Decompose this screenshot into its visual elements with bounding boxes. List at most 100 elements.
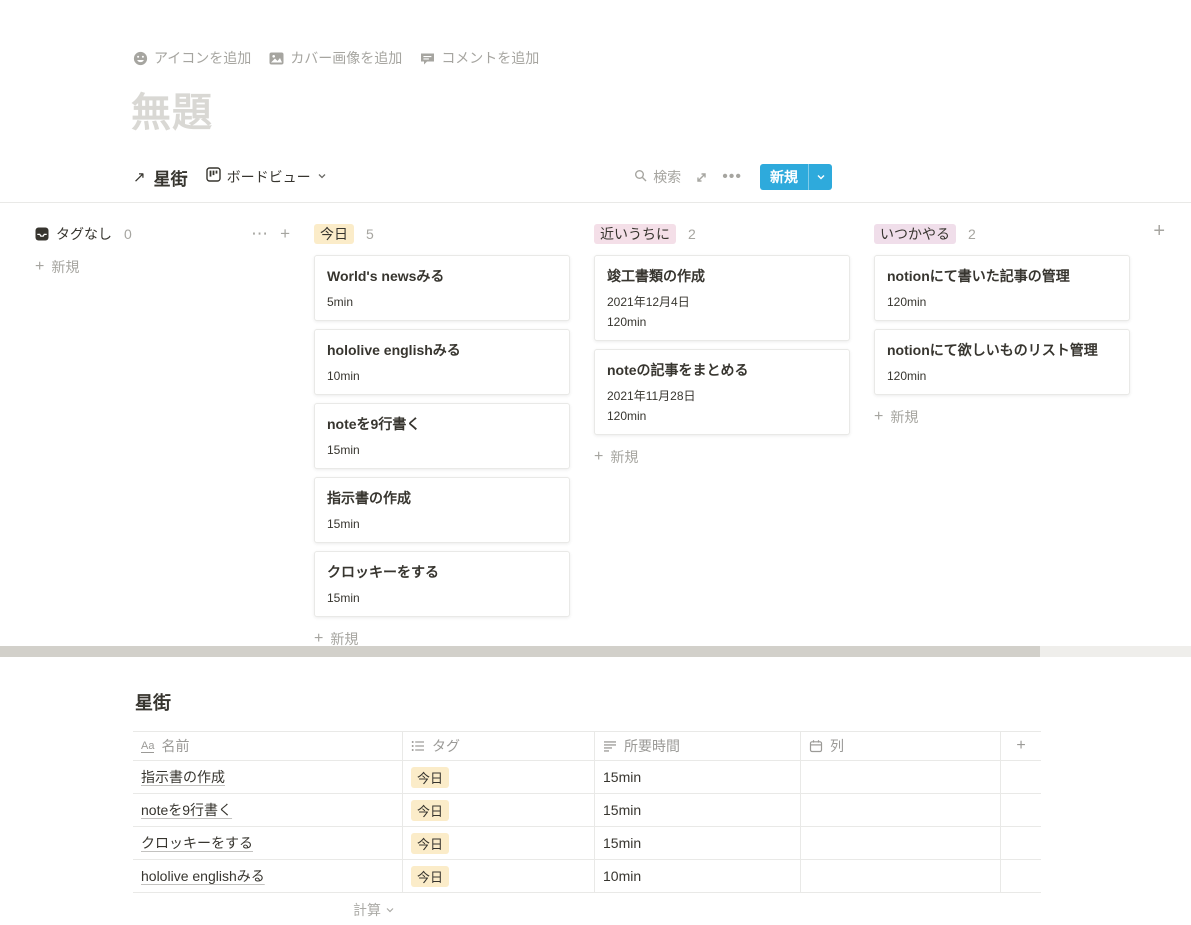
table-column-header-1[interactable]: タグ bbox=[403, 731, 595, 761]
search-icon bbox=[634, 169, 648, 186]
more-options-icon[interactable]: ••• bbox=[722, 169, 742, 185]
board-view-icon bbox=[205, 167, 221, 187]
card-title: 竣工書類の作成 bbox=[607, 268, 705, 284]
plus-icon: + bbox=[314, 630, 324, 647]
row-title[interactable]: クロッキーをする bbox=[141, 833, 253, 853]
column-name-badge[interactable]: 近いうちに bbox=[594, 224, 676, 244]
new-record-button[interactable]: 新規 bbox=[760, 164, 832, 190]
plus-icon: + bbox=[594, 448, 604, 465]
board-card[interactable]: notionにて書いた記事の管理 120min bbox=[874, 255, 1130, 321]
table-cell-name[interactable]: 指示書の作成 bbox=[133, 761, 403, 794]
open-link-arrow-icon[interactable]: ↗ bbox=[133, 168, 146, 186]
board-card[interactable]: 指示書の作成 15min bbox=[314, 477, 570, 543]
table-row: クロッキーをする 今日 15min bbox=[133, 827, 1191, 860]
column-header-label: 名前 bbox=[161, 738, 190, 754]
column-header-label: タグ bbox=[432, 738, 460, 754]
board-card[interactable]: noteの記事をまとめる 2021年11月28日 120min bbox=[594, 349, 850, 435]
table-cell-col[interactable] bbox=[801, 860, 1001, 893]
column-name-badge[interactable]: いつかやる bbox=[874, 224, 956, 244]
add-cover-button[interactable]: カバー画像を追加 bbox=[269, 48, 402, 68]
table-row: hololive englishみる 今日 10min bbox=[133, 860, 1191, 893]
board-card[interactable]: 竣工書類の作成 2021年12月4日 120min bbox=[594, 255, 850, 341]
card-title: noteの記事をまとめる bbox=[607, 362, 749, 378]
search-button[interactable]: 検索 bbox=[634, 167, 681, 187]
add-icon-button[interactable]: アイコンを追加 bbox=[133, 48, 251, 68]
table-cell-tag[interactable]: 今日 bbox=[403, 794, 595, 827]
add-column-button[interactable]: + bbox=[1001, 731, 1041, 761]
row-title[interactable]: 指示書の作成 bbox=[141, 767, 225, 787]
column-name-badge[interactable]: 今日 bbox=[314, 224, 354, 244]
table-row: 指示書の作成 今日 15min bbox=[133, 761, 1191, 794]
table-cell-time[interactable]: 15min bbox=[595, 794, 801, 827]
card-title: クロッキーをする bbox=[327, 564, 439, 580]
board-card[interactable]: World's newsみる 5min bbox=[314, 255, 570, 321]
row-title[interactable]: hololive englishみる bbox=[141, 866, 265, 886]
table-cell-name[interactable]: hololive englishみる bbox=[133, 860, 403, 893]
image-icon bbox=[269, 51, 284, 66]
card-property: 120min bbox=[607, 409, 647, 423]
add-comment-button[interactable]: コメントを追加 bbox=[420, 48, 539, 68]
calc-label: 計算 bbox=[353, 901, 381, 918]
page-title[interactable]: 無題 bbox=[131, 80, 1191, 138]
table-cell-col[interactable] bbox=[801, 794, 1001, 827]
card-property: 10min bbox=[327, 369, 360, 383]
table-row: noteを9行書く 今日 15min bbox=[133, 794, 1191, 827]
table-cell-name[interactable]: noteを9行書く bbox=[133, 794, 403, 827]
expand-icon[interactable] bbox=[695, 171, 708, 184]
card-title: notionにて欲しいものリスト管理 bbox=[887, 342, 1098, 358]
calc-dropdown[interactable]: 計算 bbox=[133, 893, 403, 925]
new-record-dropdown[interactable] bbox=[808, 164, 832, 190]
add-card-button[interactable]: + 新規 bbox=[35, 257, 290, 277]
horizontal-scrollbar-thumb[interactable] bbox=[0, 646, 1040, 657]
card-property: 120min bbox=[607, 315, 647, 329]
add-card-button[interactable]: + 新規 bbox=[874, 407, 1130, 427]
calc-row: 計算 bbox=[133, 893, 1191, 925]
add-cover-label: カバー画像を追加 bbox=[290, 50, 403, 66]
table-column-header-0[interactable]: Aa 名前 bbox=[133, 731, 403, 761]
board-card[interactable]: noteを9行書く 15min bbox=[314, 403, 570, 469]
add-card-label: 新規 bbox=[890, 409, 919, 425]
table-cell-empty bbox=[1001, 794, 1041, 827]
board-card[interactable]: hololive englishみる 10min bbox=[314, 329, 570, 395]
add-group-button[interactable]: + bbox=[1153, 221, 1165, 241]
board-column-someday: いつかやる 2 notionにて書いた記事の管理 120min notionにて欲しいも… bbox=[874, 223, 1130, 646]
table-column-header-2[interactable]: 所要時間 bbox=[595, 731, 801, 761]
table-cell-time[interactable]: 15min bbox=[595, 761, 801, 794]
add-card-button[interactable]: + 新規 bbox=[594, 447, 850, 467]
view-switcher[interactable]: ボードビュー bbox=[205, 167, 327, 187]
row-title[interactable]: noteを9行書く bbox=[141, 800, 232, 820]
table-cell-time[interactable]: 15min bbox=[595, 827, 801, 860]
table-cell-empty bbox=[1001, 827, 1041, 860]
table-cell-tag[interactable]: 今日 bbox=[403, 827, 595, 860]
new-record-label[interactable]: 新規 bbox=[760, 164, 808, 190]
horizontal-scrollbar[interactable] bbox=[0, 646, 1191, 657]
table-cell-tag[interactable]: 今日 bbox=[403, 860, 595, 893]
card-property: 2021年11月28日 bbox=[607, 389, 696, 403]
card-property: 15min bbox=[327, 517, 360, 531]
column-add-icon[interactable]: + bbox=[280, 225, 290, 242]
table-cell-tag[interactable]: 今日 bbox=[403, 761, 595, 794]
table-cell-empty bbox=[1001, 761, 1041, 794]
board-card[interactable]: クロッキーをする 15min bbox=[314, 551, 570, 617]
smiley-icon bbox=[133, 51, 148, 66]
column-header-label: 列 bbox=[830, 738, 844, 754]
collection-title[interactable]: 星街 bbox=[154, 165, 188, 190]
table-cell-time[interactable]: 10min bbox=[595, 860, 801, 893]
card-title: 指示書の作成 bbox=[327, 490, 411, 506]
table-title[interactable]: 星街 bbox=[135, 689, 1191, 715]
column-more-icon[interactable]: ⋯ bbox=[251, 225, 268, 242]
collection-view-header: ↗ 星街 ボードビュー 検索 ••• 新規 bbox=[133, 164, 832, 190]
table-cell-col[interactable] bbox=[801, 827, 1001, 860]
tag-badge: 今日 bbox=[411, 832, 450, 854]
add-card-label: 新規 bbox=[610, 449, 639, 465]
plus-icon: + bbox=[874, 408, 884, 425]
board-column-header: 近いうちに 2 bbox=[594, 223, 850, 245]
data-table: Aa 名前 タグ 所要時間列 + 指示書の作成 今日 15min noteを9行書く 今日 15mi… bbox=[133, 731, 1191, 893]
table-cell-name[interactable]: クロッキーをする bbox=[133, 827, 403, 860]
board-card[interactable]: notionにて欲しいものリスト管理 120min bbox=[874, 329, 1130, 395]
chevron-down-icon bbox=[317, 168, 327, 186]
table-section: 星街 Aa 名前 タグ 所要時間列 + 指示書の作成 今日 15min noteを9行書く 今日 1… bbox=[0, 657, 1191, 925]
board-view: タグなし 0 ⋯ + + 新規 今日 5 World's newsみる 5min hololive … bbox=[0, 203, 1191, 647]
table-cell-col[interactable] bbox=[801, 761, 1001, 794]
table-column-header-3[interactable]: 列 bbox=[801, 731, 1001, 761]
